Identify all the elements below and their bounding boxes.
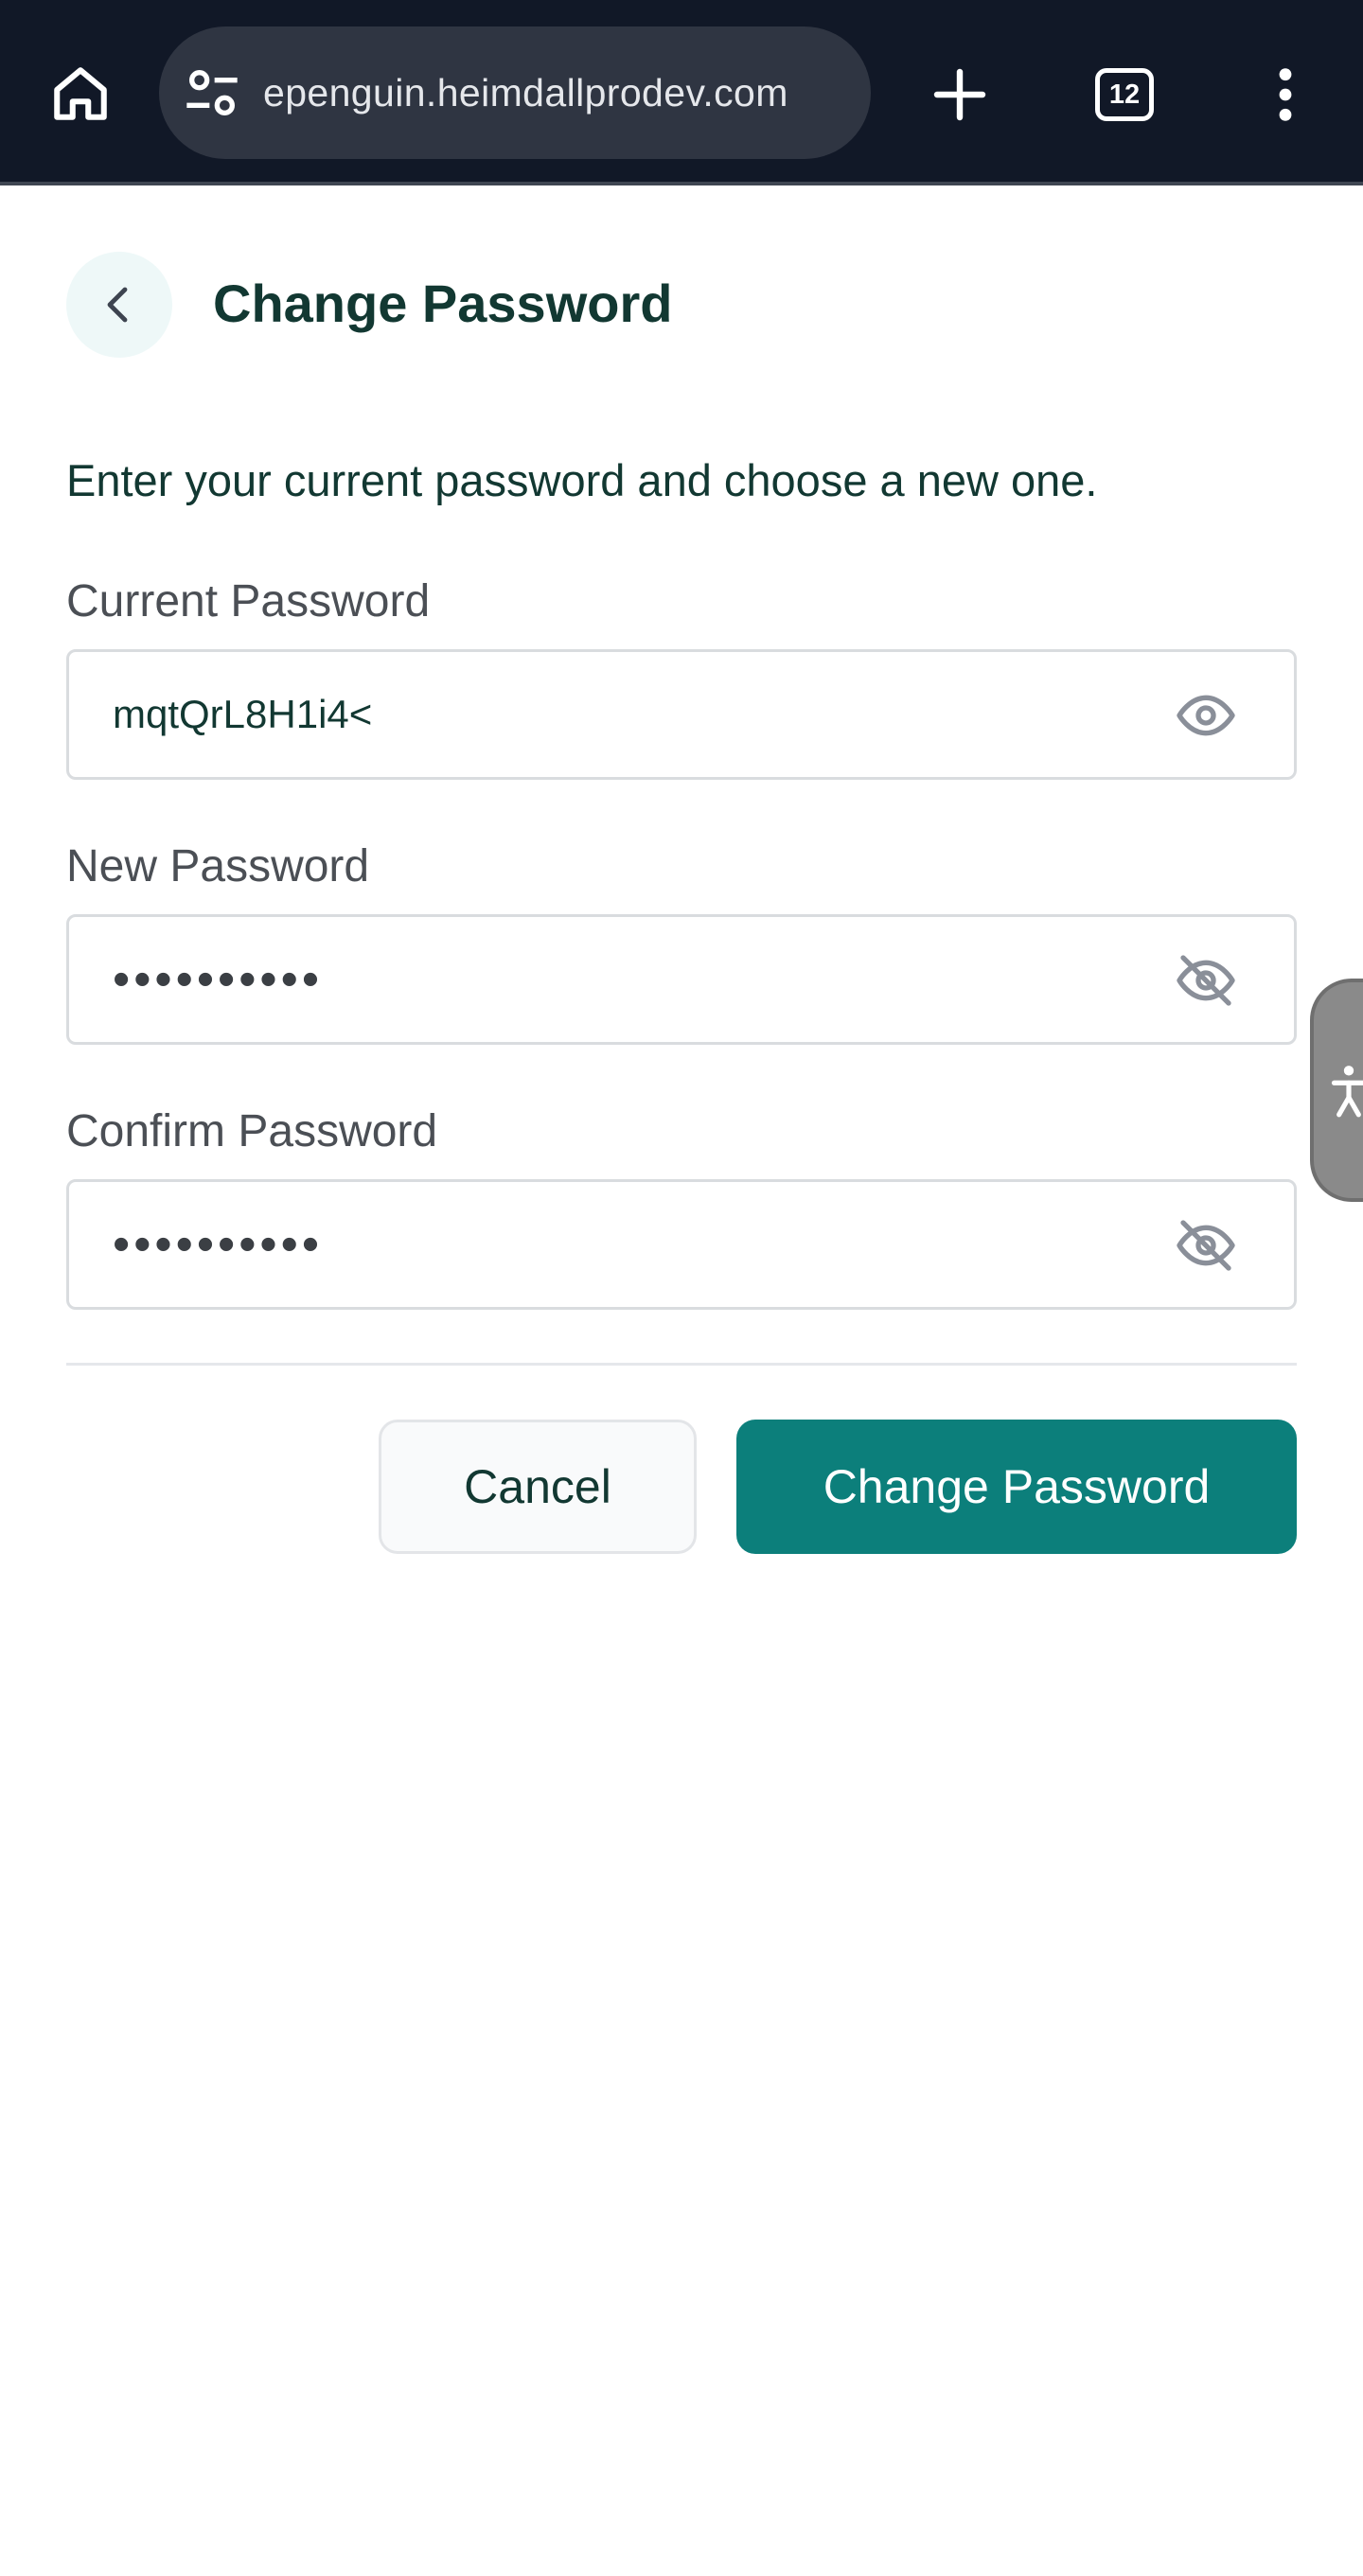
browser-toolbar: epenguin.heimdallprodev.com 12 — [0, 0, 1363, 185]
new-tab-button[interactable] — [914, 49, 1005, 140]
cancel-button[interactable]: Cancel — [379, 1420, 697, 1554]
current-password-label: Current Password — [66, 576, 431, 626]
toggle-confirm-password-visibility[interactable] — [1175, 1214, 1237, 1277]
new-password-input[interactable] — [113, 917, 1135, 1042]
accessibility-icon — [1331, 1066, 1363, 1118]
address-bar[interactable]: epenguin.heimdallprodev.com — [159, 26, 871, 159]
eye-off-icon — [1177, 1220, 1235, 1271]
page-title: Change Password — [213, 273, 673, 333]
home-icon — [54, 67, 107, 120]
confirm-password-input[interactable] — [113, 1182, 1135, 1307]
form-divider — [66, 1363, 1297, 1366]
toggle-current-password-visibility[interactable] — [1175, 684, 1237, 747]
plus-icon — [933, 68, 986, 121]
more-vertical-icon — [1279, 68, 1292, 121]
eye-icon — [1177, 695, 1235, 736]
change-password-button[interactable]: Change Password — [736, 1420, 1297, 1554]
confirm-password-label: Confirm Password — [66, 1106, 438, 1156]
back-button[interactable] — [66, 252, 172, 358]
intro-text: Enter your current password and choose a… — [66, 455, 1098, 505]
current-password-field — [66, 649, 1297, 780]
confirm-password-field — [66, 1179, 1297, 1310]
new-password-label: New Password — [66, 841, 370, 891]
eye-off-icon — [1177, 955, 1235, 1006]
tab-switcher-button[interactable]: 12 — [1079, 49, 1170, 140]
toggle-new-password-visibility[interactable] — [1175, 949, 1237, 1012]
current-password-input[interactable] — [113, 652, 1135, 777]
chevron-left-icon — [107, 287, 128, 323]
new-password-field — [66, 914, 1297, 1045]
url-text: epenguin.heimdallprodev.com — [263, 70, 788, 115]
home-button[interactable] — [38, 51, 123, 136]
accessibility-button[interactable] — [1310, 979, 1363, 1202]
browser-menu-button[interactable] — [1240, 49, 1331, 140]
tab-switcher-icon: 12 — [1095, 68, 1154, 121]
site-settings-icon[interactable] — [182, 62, 242, 123]
